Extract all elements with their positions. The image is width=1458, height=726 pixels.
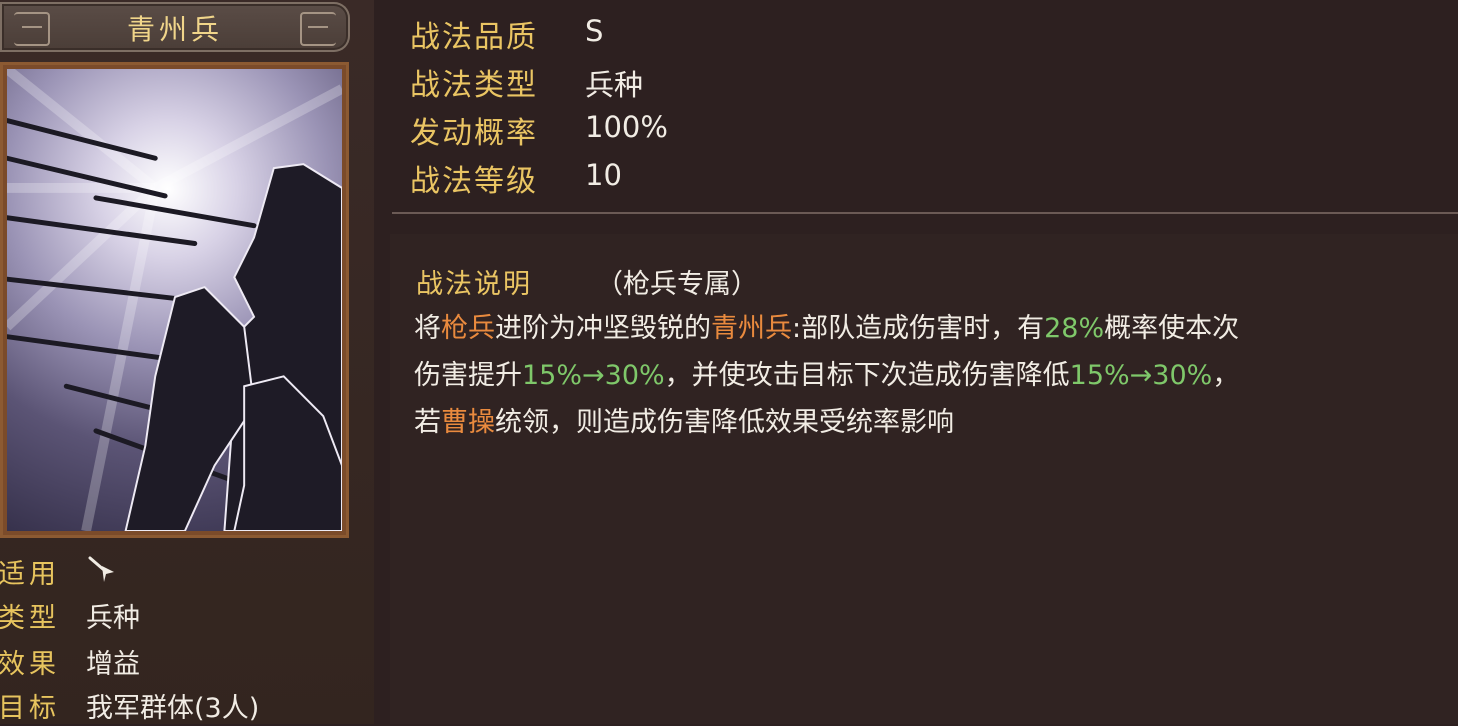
description-segment: :部队造成伤害时，有 <box>792 313 1045 344</box>
description-line: 若曹操统领，则造成伤害降低效果受统率影响 <box>414 399 1458 446</box>
info-value: 兵种 <box>86 603 140 634</box>
highlight-segment: 15%→30% <box>522 360 665 391</box>
description-segment: 统领，则造成伤害降低效果受统率影响 <box>495 407 954 438</box>
description-header: 战法说明 （枪兵专属） <box>416 262 758 301</box>
description-segment: 进阶为冲坚毁锐的 <box>495 313 711 344</box>
info-label: 目标 <box>0 693 60 724</box>
attr-label: 战法品质 <box>410 20 538 55</box>
description-segment: ， <box>1212 360 1240 391</box>
attr-label: 战法类型 <box>410 68 538 103</box>
attr-value: 100% <box>585 110 668 144</box>
description-segment: 伤害提升 <box>414 360 522 391</box>
info-value: 我军群体(3人) <box>86 693 260 724</box>
highlight-segment: 曹操 <box>441 407 495 438</box>
info-label: 适用 <box>0 559 60 590</box>
skill-name-plate: 青州兵 <box>0 2 350 52</box>
description-tag: （枪兵专属） <box>596 269 758 300</box>
info-label: 效果 <box>0 649 60 680</box>
highlight-segment: 青州兵 <box>711 313 792 344</box>
description-segment: 若 <box>414 407 441 438</box>
description-text: 将枪兵进阶为冲坚毁锐的青州兵:部队造成伤害时，有28%概率使本次 伤害提升15%… <box>414 305 1458 446</box>
divider <box>392 212 1458 214</box>
skill-name: 青州兵 <box>126 13 223 46</box>
description-segment: 概率使本次 <box>1104 313 1240 344</box>
attr-value: 兵种 <box>585 68 644 102</box>
ornament-right-icon <box>300 12 336 46</box>
highlight-segment: 28% <box>1044 313 1105 344</box>
attr-value: S <box>585 14 604 48</box>
info-value: 增益 <box>86 649 140 680</box>
description-title: 战法说明 <box>416 269 532 300</box>
highlight-segment: 15%→30% <box>1069 360 1213 391</box>
info-label: 类型 <box>0 603 60 634</box>
spear-icon <box>88 556 118 591</box>
skill-card-art <box>7 69 342 531</box>
description-line: 伤害提升15%→30%，并使攻击目标下次造成伤害降低15%→30%， <box>414 352 1458 399</box>
attr-value: 10 <box>585 158 622 192</box>
description-segment: ，并使攻击目标下次造成伤害降低 <box>664 360 1070 391</box>
highlight-segment: 枪兵 <box>441 313 495 344</box>
description-line: 将枪兵进阶为冲坚毁锐的青州兵:部队造成伤害时，有28%概率使本次 <box>414 305 1458 352</box>
attr-label: 发动概率 <box>410 116 538 151</box>
attr-label: 战法等级 <box>410 164 538 199</box>
skill-card[interactable] <box>0 62 349 538</box>
description-segment: 将 <box>414 313 441 344</box>
